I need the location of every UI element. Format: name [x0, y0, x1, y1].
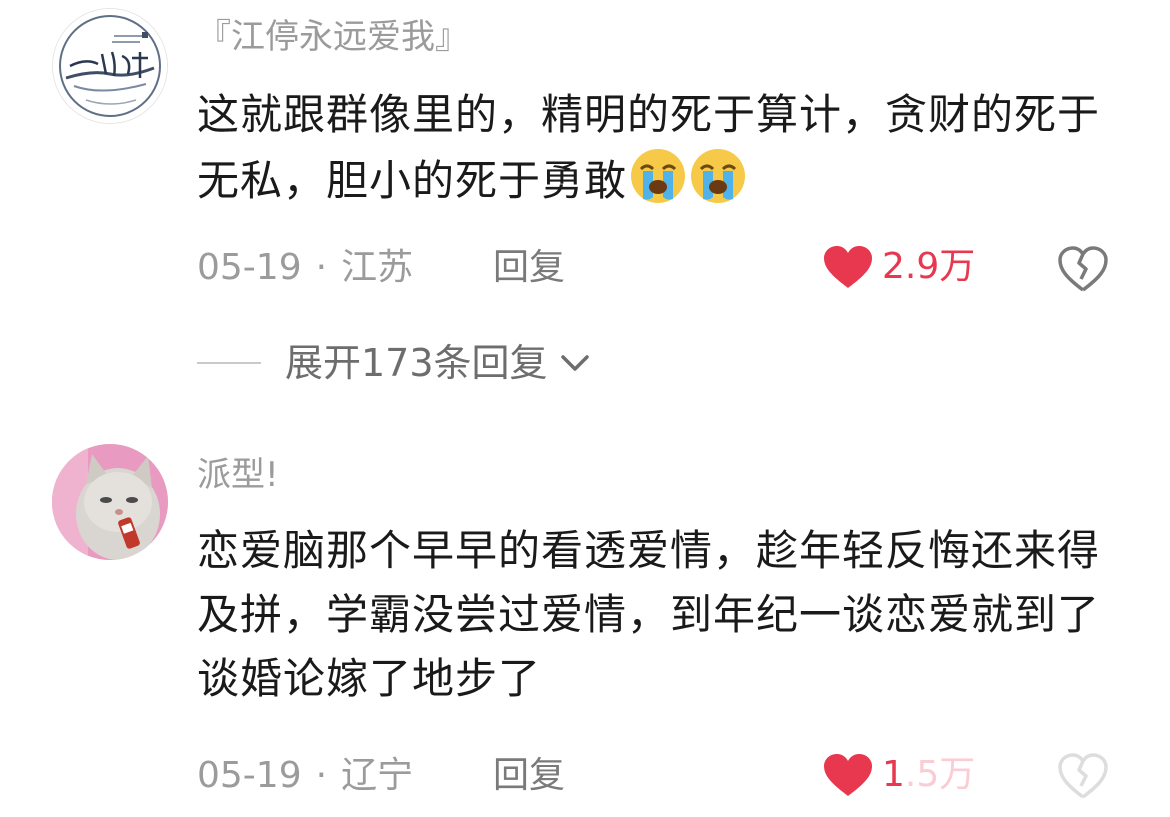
comment-meta: 05-19 · 辽宁 [197, 758, 413, 794]
heart-filled-icon [824, 246, 872, 288]
comment-date: 05-19 [197, 755, 302, 796]
like-count: 2.9万 [882, 246, 976, 287]
reply-button[interactable]: 回复 [493, 250, 565, 286]
chevron-down-icon [560, 355, 589, 371]
meta-separator: · [315, 247, 328, 288]
dislike-button[interactable] [1057, 245, 1109, 293]
comment-date: 05-19 [197, 247, 302, 288]
comment-location: 江苏 [341, 247, 414, 288]
divider-line [197, 362, 261, 364]
comment-location: 辽宁 [341, 755, 414, 796]
watermark-overlay [905, 752, 1170, 817]
calligraphy-logo-avatar-icon [53, 9, 167, 123]
reply-button[interactable]: 回复 [493, 758, 565, 794]
comment-text: 这就跟群像里的，精明的死于算计，贪财的死于无私，胆小的死于勇敢 [197, 83, 1127, 213]
loudly-crying-face-icon [689, 147, 747, 205]
avatar[interactable] [52, 444, 168, 560]
comment-meta: 05-19 · 江苏 [197, 250, 413, 286]
expand-replies-label: 展开173条回复 [285, 341, 548, 385]
meta-separator: · [315, 755, 328, 796]
heart-filled-icon [824, 754, 872, 796]
username[interactable]: 『江停永远爱我』 [197, 20, 469, 54]
cat-photo-avatar-icon [52, 444, 168, 560]
avatar[interactable] [52, 8, 168, 124]
like-button[interactable]: 2.9万 [822, 244, 975, 290]
broken-heart-icon [1058, 246, 1108, 292]
loudly-crying-face-icon [629, 147, 687, 205]
comment-text: 恋爱脑那个早早的看透爱情，趁年轻反悔还来得及拼，学霸没尝过爱情，到年纪一谈恋爱就… [197, 526, 1101, 703]
expand-replies-button[interactable]: 展开173条回复 [197, 344, 592, 382]
username[interactable]: 派型! [197, 458, 279, 492]
